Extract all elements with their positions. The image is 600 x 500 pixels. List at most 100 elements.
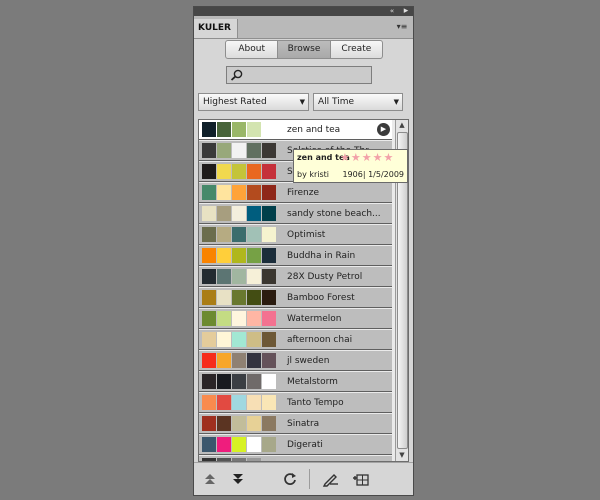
color-swatch (217, 374, 231, 389)
theme-name: Buddha in Rain (287, 251, 356, 261)
refresh-icon[interactable] (282, 471, 298, 487)
color-swatch (202, 227, 216, 242)
next-page-icon[interactable] (230, 471, 246, 487)
color-swatch (232, 311, 246, 326)
play-arrow-icon[interactable]: ▶ (377, 123, 390, 136)
add-to-swatches-icon[interactable] (352, 471, 369, 487)
color-swatch (217, 290, 231, 305)
color-swatch (232, 227, 246, 242)
theme-row[interactable]: sandy stone beach... (199, 204, 392, 224)
panel-menu-icon[interactable]: ▾≡ (395, 21, 409, 33)
color-swatch (247, 269, 261, 284)
create-button[interactable]: Create (331, 41, 382, 58)
color-swatch (247, 122, 261, 137)
chevron-down-icon: ▼ (299, 98, 305, 106)
theme-row[interactable]: Watermelon (199, 309, 392, 329)
color-swatch (232, 395, 246, 410)
theme-swatches (202, 227, 277, 242)
theme-row[interactable]: Metalstorm (199, 372, 392, 392)
theme-row[interactable]: Sinatra (199, 414, 392, 434)
color-swatch (202, 248, 216, 263)
theme-swatches (202, 311, 277, 326)
theme-row[interactable]: afternoon chai (199, 330, 392, 350)
edit-theme-icon[interactable] (322, 471, 338, 487)
bottom-toolbar (194, 462, 413, 495)
chevron-down-icon: ▼ (393, 98, 399, 106)
theme-row[interactable]: Optimist (199, 225, 392, 245)
color-swatch (202, 332, 216, 347)
theme-tooltip: zen and tea ★★★★★ by kristi 1906| 1/5/20… (293, 149, 408, 183)
browse-button[interactable]: Browse (278, 41, 331, 58)
theme-name: 28X Dusty Petrol (287, 272, 363, 282)
color-swatch (247, 332, 261, 347)
about-button[interactable]: About (226, 41, 279, 58)
color-swatch (217, 122, 231, 137)
color-swatch (262, 122, 276, 137)
color-swatch (247, 227, 261, 242)
theme-row[interactable]: Bamboo Forest (199, 288, 392, 308)
color-swatch (217, 227, 231, 242)
color-swatch (232, 290, 246, 305)
color-swatch (247, 311, 261, 326)
color-swatch (202, 353, 216, 368)
color-swatch (202, 122, 216, 137)
search-box[interactable] (226, 66, 372, 84)
color-swatch (262, 416, 276, 431)
theme-name: Metalstorm (287, 377, 338, 387)
theme-row[interactable]: Buddha in Rain (199, 246, 392, 266)
color-swatch (217, 437, 231, 452)
color-swatch (247, 395, 261, 410)
scroll-up-icon[interactable]: ▲ (396, 120, 408, 131)
theme-row[interactable]: zen and tea ▶ (199, 120, 392, 140)
nav-segmented-control: About Browse Create (225, 40, 383, 59)
theme-row[interactable]: jl sweden (199, 351, 392, 371)
theme-swatches (202, 269, 277, 284)
color-swatch (202, 437, 216, 452)
color-swatch (262, 353, 276, 368)
color-swatch (202, 374, 216, 389)
theme-row[interactable]: Digerati (199, 435, 392, 455)
sort-dropdown[interactable]: Highest Rated ▼ (198, 93, 309, 111)
theme-row[interactable]: 28X Dusty Petrol (199, 267, 392, 287)
theme-row[interactable]: Firenze (199, 183, 392, 203)
search-input[interactable] (247, 68, 371, 84)
color-swatch (262, 206, 276, 221)
color-swatch (262, 332, 276, 347)
theme-swatches (202, 416, 277, 431)
theme-row[interactable]: Tanto Tempo (199, 393, 392, 413)
kuler-panel: « ▸ KULER ▾≡ About Browse Create Highest… (193, 6, 414, 496)
color-swatch (202, 290, 216, 305)
color-swatch (217, 269, 231, 284)
color-swatch (262, 374, 276, 389)
color-swatch (217, 164, 231, 179)
theme-name: Bamboo Forest (287, 293, 355, 303)
theme-swatches (202, 332, 277, 347)
color-swatch (232, 248, 246, 263)
period-dropdown[interactable]: All Time ▼ (313, 93, 403, 111)
close-icon[interactable]: ▸ (401, 7, 411, 16)
color-swatch (262, 269, 276, 284)
previous-page-icon[interactable] (202, 471, 218, 487)
color-swatch (247, 206, 261, 221)
tab-kuler[interactable]: KULER (194, 19, 238, 38)
color-swatch (217, 143, 231, 158)
color-swatch (202, 269, 216, 284)
color-swatch (217, 206, 231, 221)
panel-top-bar: « ▸ (194, 7, 413, 16)
theme-name: jl sweden (287, 356, 330, 366)
color-swatch (232, 374, 246, 389)
color-swatch (247, 248, 261, 263)
color-swatch (202, 164, 216, 179)
color-swatch (262, 395, 276, 410)
color-swatch (217, 311, 231, 326)
theme-name: zen and tea (287, 125, 341, 135)
theme-swatches (202, 185, 277, 200)
search-icon (230, 69, 243, 81)
theme-name: Optimist (287, 230, 326, 240)
theme-swatches (202, 143, 277, 158)
tooltip-meta: 1906| 1/5/2009 (342, 170, 404, 179)
color-swatch (232, 353, 246, 368)
collapse-icon[interactable]: « (385, 7, 399, 16)
scroll-down-icon[interactable]: ▼ (396, 450, 408, 461)
theme-swatches (202, 437, 277, 452)
